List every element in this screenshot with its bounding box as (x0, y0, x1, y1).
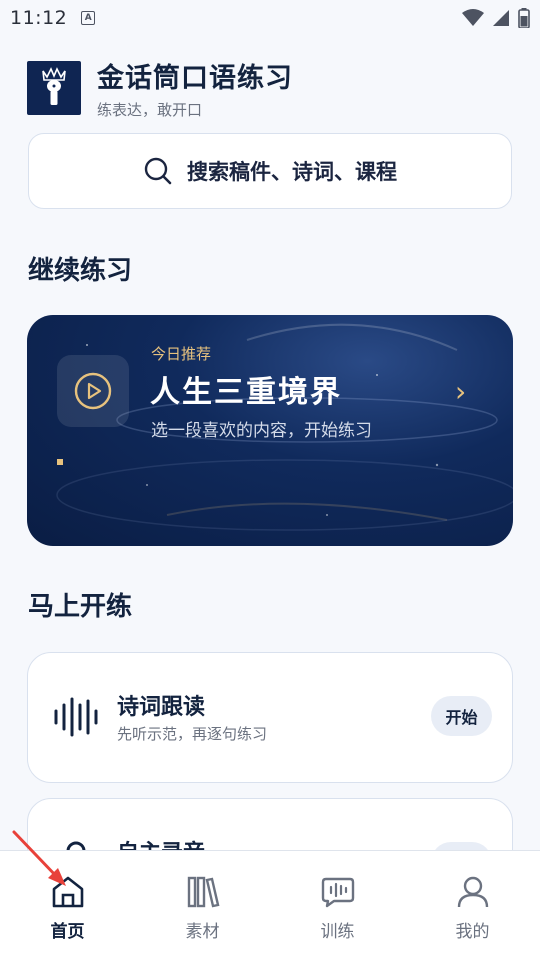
section-title-start: 马上开练 (28, 592, 133, 622)
app-logo (27, 61, 81, 115)
tab-materials[interactable]: 素材 (135, 851, 270, 960)
microphone-crown-icon (42, 67, 66, 105)
notification-icon: A (81, 11, 96, 25)
recommended-description: 选一段喜欢的内容，开始练习 (151, 421, 372, 441)
signal-icon (493, 10, 509, 26)
tab-training[interactable]: 训练 (270, 851, 405, 960)
tab-label: 首页 (50, 922, 85, 942)
practice-title: 诗词跟读 (117, 695, 206, 720)
battery-icon (518, 8, 530, 28)
practice-progress-bar (57, 459, 483, 465)
start-button[interactable]: 开始 (431, 696, 492, 736)
user-icon (457, 876, 488, 908)
recommended-label: 今日推荐 (151, 345, 212, 363)
tab-label: 我的 (455, 922, 490, 942)
wifi-icon (462, 9, 484, 26)
practice-card-poetry[interactable]: 诗词跟读 先听示范，再逐句练习 开始 (27, 652, 513, 783)
tab-profile[interactable]: 我的 (405, 851, 540, 960)
recommended-title: 人生三重境界 (150, 375, 342, 410)
section-title-continue: 继续练习 (28, 256, 133, 286)
recommended-card[interactable]: 今日推荐 人生三重境界 选一段喜欢的内容，开始练习 › (27, 315, 513, 546)
status-indicators (462, 8, 530, 28)
books-icon (187, 876, 219, 908)
search-input[interactable]: 搜索稿件、诗词、课程 (28, 133, 512, 209)
search-placeholder: 搜索稿件、诗词、课程 (187, 160, 397, 184)
app-header: 金话筒口语练习 练表达，敢开口 (27, 56, 293, 120)
search-icon (144, 157, 172, 185)
tab-label: 训练 (320, 922, 355, 942)
play-button[interactable] (57, 355, 129, 427)
tab-label: 素材 (185, 922, 220, 942)
chevron-right-icon: › (455, 375, 467, 408)
play-icon (74, 372, 112, 410)
app-subtitle: 练表达，敢开口 (97, 101, 203, 119)
app-title: 金话筒口语练习 (97, 63, 293, 94)
practice-progress-fill (57, 459, 63, 465)
annotation-arrow (12, 830, 66, 886)
practice-description: 先听示范，再逐句练习 (117, 725, 268, 743)
status-bar: 11:12 A (0, 0, 540, 36)
chat-wave-icon (321, 877, 354, 908)
status-time: 11:12 (10, 7, 68, 29)
waveform-icon (54, 697, 98, 737)
